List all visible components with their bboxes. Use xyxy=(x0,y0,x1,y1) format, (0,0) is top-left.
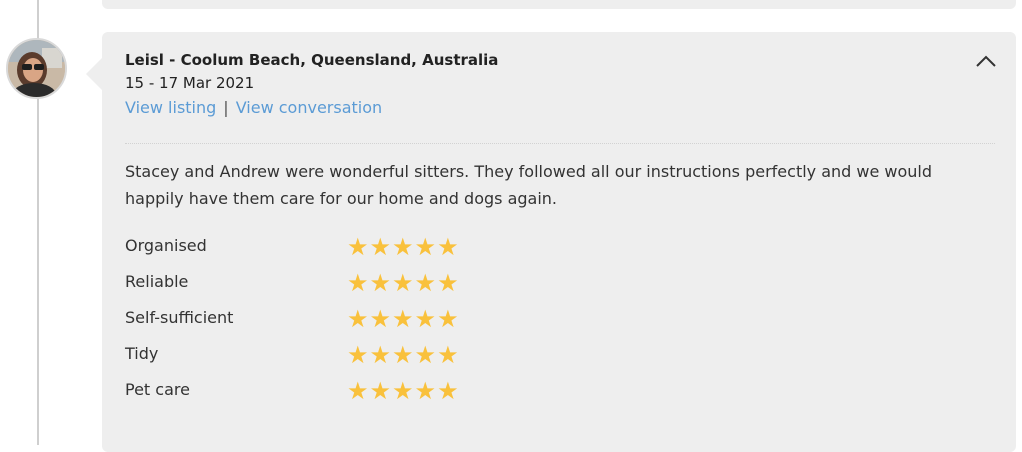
previous-review-card xyxy=(102,0,1016,9)
star-rating: ★★★★★ xyxy=(347,233,460,261)
view-listing-link[interactable]: View listing xyxy=(125,98,216,117)
view-conversation-link[interactable]: View conversation xyxy=(236,98,382,117)
rating-label: Tidy xyxy=(125,344,159,363)
stay-dates: 15 - 17 Mar 2021 xyxy=(125,74,255,92)
rating-label: Organised xyxy=(125,236,207,255)
chevron-up-icon xyxy=(976,55,996,67)
star-rating: ★★★★★ xyxy=(347,305,460,333)
card-pointer xyxy=(86,58,102,90)
review-card: Leisl - Coolum Beach, Queensland, Austra… xyxy=(102,32,1016,452)
rating-row-tidy: Tidy ★★★★★ xyxy=(125,341,525,379)
divider xyxy=(125,143,995,144)
review-text: Stacey and Andrew were wonderful sitters… xyxy=(125,162,933,208)
rating-row-reliable: Reliable ★★★★★ xyxy=(125,269,525,307)
avatar-photo-icon xyxy=(8,40,65,97)
rating-label: Reliable xyxy=(125,272,189,291)
star-rating: ★★★★★ xyxy=(347,341,460,369)
reviewer-name: Leisl - Coolum Beach, Queensland, Austra… xyxy=(125,51,499,69)
rating-row-self-sufficient: Self-sufficient ★★★★★ xyxy=(125,305,525,343)
rating-label: Pet care xyxy=(125,380,190,399)
ratings-list: Organised ★★★★★ Reliable ★★★★★ Self-suff… xyxy=(125,233,525,415)
rating-row-pet-care: Pet care ★★★★★ xyxy=(125,377,525,415)
rating-row-organised: Organised ★★★★★ xyxy=(125,233,525,271)
review-links: View listing | View conversation xyxy=(125,98,382,117)
avatar xyxy=(6,38,67,99)
collapse-button[interactable] xyxy=(974,52,998,70)
star-rating: ★★★★★ xyxy=(347,377,460,405)
star-rating: ★★★★★ xyxy=(347,269,460,297)
rating-label: Self-sufficient xyxy=(125,308,234,327)
link-separator: | xyxy=(223,98,229,117)
